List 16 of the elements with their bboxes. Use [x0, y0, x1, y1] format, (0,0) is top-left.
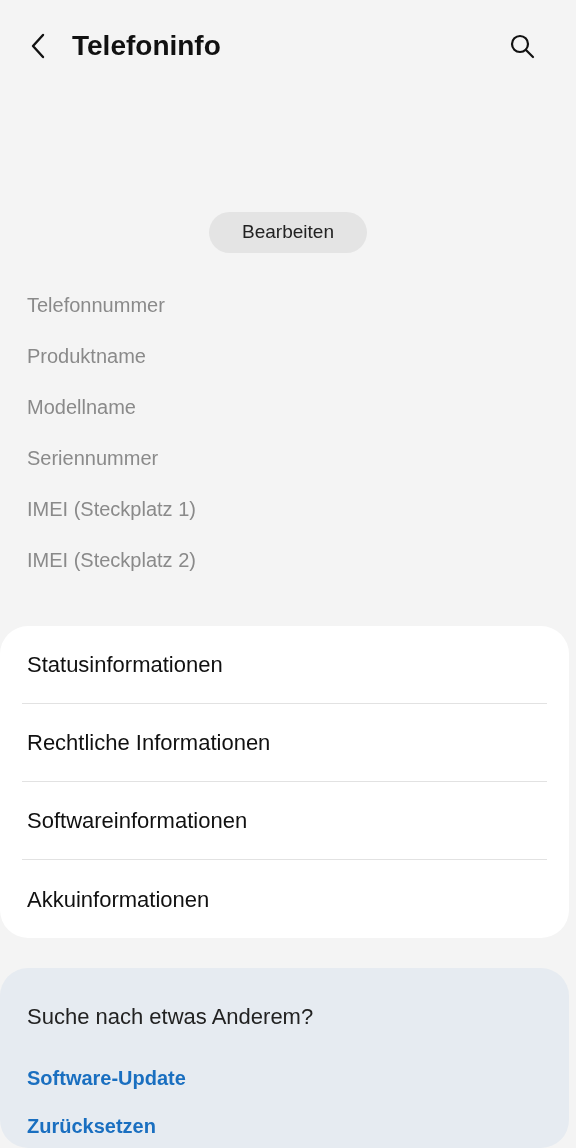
menu-item[interactable]: Akkuinformationen	[22, 860, 547, 938]
menu-item[interactable]: Rechtliche Informationen	[22, 704, 547, 782]
menu-item[interactable]: Statusinformationen	[22, 626, 547, 704]
info-label: IMEI (Steckplatz 2)	[27, 548, 197, 573]
info-label: Produktname	[27, 344, 147, 369]
info-label: Telefonnummer	[27, 293, 166, 318]
menu-item[interactable]: Softwareinformationen	[22, 782, 547, 860]
search-button[interactable]	[508, 32, 536, 60]
suggestion-title: Suche nach etwas Anderem?	[27, 1003, 315, 1031]
info-label: Modellname	[27, 395, 137, 420]
suggestion-link[interactable]: Zurücksetzen	[27, 1111, 156, 1141]
page-title: Telefoninfo	[72, 29, 221, 63]
edit-button[interactable]: Bearbeiten	[209, 212, 367, 253]
info-label: Seriennummer	[27, 446, 160, 471]
info-label: IMEI (Steckplatz 1)	[27, 497, 197, 522]
suggestion-link[interactable]: Software-Update	[27, 1063, 186, 1093]
